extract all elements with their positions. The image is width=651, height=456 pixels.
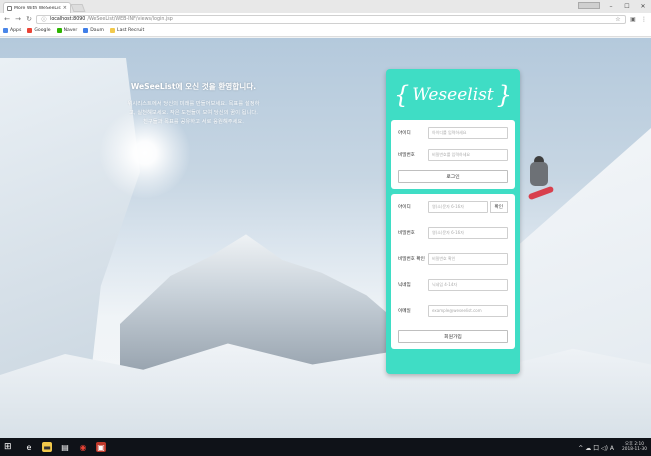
browser-tab[interactable]: More With WeSeeList × xyxy=(3,2,71,13)
tab-title: More With WeSeeList xyxy=(14,5,61,11)
signup-id-input[interactable] xyxy=(428,200,488,213)
bookmark-item[interactable]: Apps xyxy=(3,28,21,33)
bookmark-item[interactable]: Naver xyxy=(56,28,78,33)
menu-icon[interactable]: ⋮ xyxy=(640,16,648,23)
clock[interactable]: 오후 2:10 2018-11-30 xyxy=(622,442,647,453)
file-explorer-icon[interactable]: ▬ xyxy=(42,442,52,452)
maximize-icon[interactable]: ☐ xyxy=(620,1,634,11)
bookmark-item[interactable]: Last Recruit xyxy=(110,28,144,33)
weseelist-logo: { Weseelist } xyxy=(391,75,515,115)
new-tab-button[interactable] xyxy=(70,4,86,12)
signup-password-confirm-label: 비밀번호 확인 xyxy=(398,256,425,262)
bookmark-label: Naver xyxy=(63,28,78,33)
address-bar[interactable]: ⓘ localhost:8090/WeSeeList/WEB-INF/views… xyxy=(36,14,626,24)
browser-toolbar: ← → ↻ ⓘ localhost:8090/WeSeeList/WEB-INF… xyxy=(0,13,651,25)
info-icon[interactable]: ⓘ xyxy=(40,16,48,23)
signup-email-label: 이메일 xyxy=(398,308,411,314)
bookmark-favicon-icon xyxy=(83,28,89,33)
system-tray[interactable]: ^ ☁ 口 ◁) A xyxy=(578,443,614,452)
bookmark-star-icon[interactable]: ☆ xyxy=(614,16,622,23)
login-password-label: 비밀번호 xyxy=(398,152,415,158)
back-icon[interactable]: ← xyxy=(3,15,11,23)
welcome-body: 위시리스트에서 당신의 미래를 만들어보세요. 목표를 설정하고, 실천해보세요… xyxy=(127,101,260,125)
app-icon[interactable]: ▣ xyxy=(96,442,106,452)
id-check-button[interactable]: 확인 xyxy=(489,200,508,213)
signup-password-label: 비밀번호 xyxy=(398,230,415,236)
clock-date: 2018-11-30 xyxy=(622,447,647,452)
welcome-title: WeSeeList에 오신 것을 환영합니다. xyxy=(130,82,257,91)
forward-icon[interactable]: → xyxy=(14,15,22,23)
login-page: WeSeeList에 오신 것을 환영합니다. 위시리스트에서 당신의 미래를 … xyxy=(0,38,651,438)
login-button[interactable]: 로그인 xyxy=(398,170,508,183)
login-id-input[interactable] xyxy=(428,126,508,139)
login-id-label: 아이디 xyxy=(398,130,411,136)
bookmark-favicon-icon xyxy=(56,28,62,33)
windows-start-icon[interactable]: ⊞ xyxy=(4,442,16,452)
bookmark-favicon-icon xyxy=(110,28,116,33)
signup-password-confirm-input[interactable] xyxy=(428,252,508,265)
extension-icon[interactable]: ▣ xyxy=(629,16,637,23)
close-tab-icon[interactable]: × xyxy=(63,5,67,11)
login-form: 아이디 비밀번호 로그인 xyxy=(391,120,515,189)
edge-icon[interactable]: e xyxy=(24,442,34,452)
auth-card: { Weseelist } 아이디 비밀번호 로그인 아이디 확인 비밀번호 xyxy=(386,69,520,374)
browser-chrome: More With WeSeeList × – ☐ ✕ ← → ↻ ⓘ loca… xyxy=(0,0,651,38)
bookmark-favicon-icon xyxy=(3,28,8,33)
bookmark-label: Google xyxy=(34,28,51,33)
windows-taskbar: ⊞ e ▬ ▤ ◉ ▣ ^ ☁ 口 ◁) A 오후 2:10 2018-11-3… xyxy=(0,438,651,456)
signup-button[interactable]: 회원가입 xyxy=(398,330,508,343)
logo-word: Weseelist xyxy=(412,85,494,105)
signup-nickname-label: 닉네임 xyxy=(398,282,411,288)
snowboarder-image xyxy=(524,156,556,201)
profile-button[interactable] xyxy=(578,2,600,9)
url-path: /WeSeeList/WEB-INF/views/login.jsp xyxy=(87,16,173,22)
signup-id-label: 아이디 xyxy=(398,204,411,210)
logo-brace-left: { xyxy=(394,81,410,109)
signup-nickname-input[interactable] xyxy=(428,278,508,291)
signup-form: 아이디 확인 비밀번호 비밀번호 확인 닉네임 이메일 회원가입 xyxy=(391,194,515,349)
login-password-input[interactable] xyxy=(428,148,508,161)
chrome-icon[interactable]: ◉ xyxy=(78,442,88,452)
welcome-message: WeSeeList에 오신 것을 환영합니다. 위시리스트에서 당신의 미래를 … xyxy=(126,81,261,127)
bookmark-label: Last Recruit xyxy=(117,28,145,33)
minimize-icon[interactable]: – xyxy=(604,1,618,11)
reload-icon[interactable]: ↻ xyxy=(25,15,33,23)
bookmark-label: Daum xyxy=(90,28,105,33)
store-icon[interactable]: ▤ xyxy=(60,442,70,452)
signup-email-input[interactable] xyxy=(428,304,508,317)
bookmarks-bar: Apps Google Naver Daum Last Recruit xyxy=(0,25,651,37)
bookmark-item[interactable]: Daum xyxy=(83,28,104,33)
signup-password-input[interactable] xyxy=(428,226,508,239)
bookmark-favicon-icon xyxy=(27,28,33,33)
tab-strip: More With WeSeeList × – ☐ ✕ xyxy=(0,0,651,13)
close-window-icon[interactable]: ✕ xyxy=(636,1,650,11)
bookmark-item[interactable]: Google xyxy=(27,28,51,33)
bookmark-label: Apps xyxy=(10,28,22,33)
page-icon xyxy=(7,5,12,11)
url-host: localhost:8090 xyxy=(50,16,86,22)
logo-brace-right: } xyxy=(496,81,512,109)
